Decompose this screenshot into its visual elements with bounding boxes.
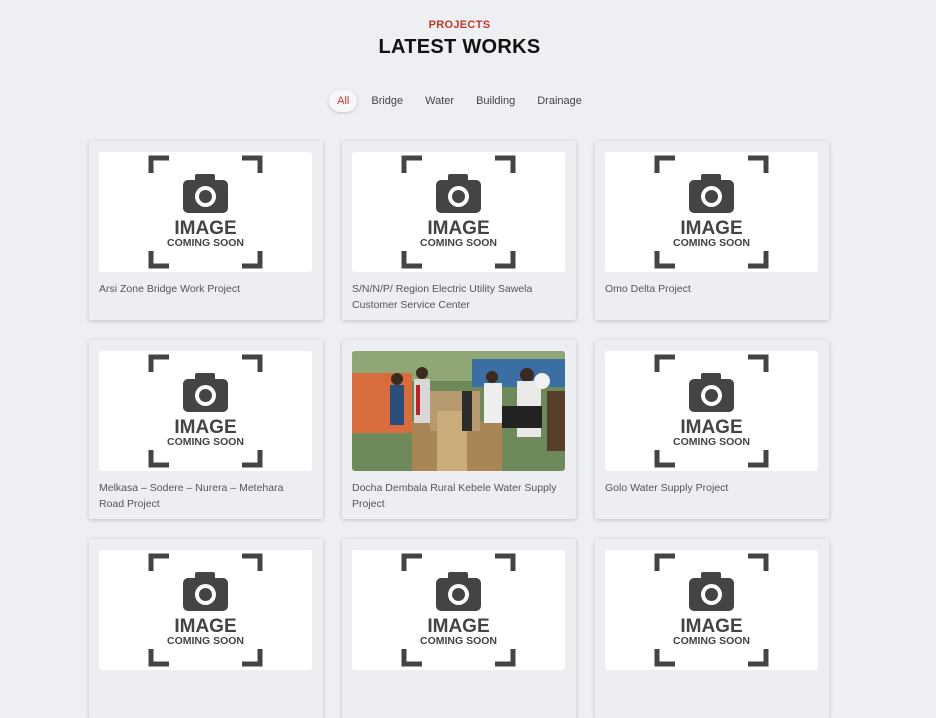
filter-water[interactable]: Water: [417, 90, 462, 112]
image-coming-soon-icon: IMAGE COMING SOON: [654, 155, 769, 269]
svg-text:IMAGE: IMAGE: [680, 616, 742, 637]
project-thumbnail[interactable]: IMAGE COMING SOON: [99, 152, 312, 272]
project-card[interactable]: IMAGE COMING SOON Arsi Zone Bridge Work …: [89, 141, 323, 320]
project-thumbnail[interactable]: IMAGE COMING SOON: [605, 152, 818, 272]
project-card[interactable]: IMAGE COMING SOON: [342, 539, 576, 718]
project-title[interactable]: Docha Dembala Rural Kebele Water Supply …: [352, 480, 566, 512]
svg-text:COMING SOON: COMING SOON: [420, 237, 497, 249]
image-coming-soon-icon: IMAGE COMING SOON: [654, 553, 769, 667]
camera-icon: [183, 174, 228, 213]
svg-text:IMAGE: IMAGE: [174, 616, 236, 637]
filter-bridge[interactable]: Bridge: [363, 90, 411, 112]
project-title[interactable]: Omo Delta Project: [605, 281, 819, 297]
svg-text:IMAGE: IMAGE: [174, 218, 236, 239]
image-coming-soon-icon: IMAGE COMING SOON: [401, 553, 516, 667]
project-card[interactable]: IMAGE COMING SOON Omo Delta Project: [595, 141, 829, 320]
svg-text:COMING SOON: COMING SOON: [167, 237, 244, 249]
project-thumbnail[interactable]: [352, 351, 565, 471]
project-card[interactable]: Docha Dembala Rural Kebele Water Supply …: [342, 340, 576, 519]
camera-icon: [689, 373, 734, 412]
filter-bar: All Bridge Water Building Drainage: [0, 90, 919, 112]
svg-text:COMING SOON: COMING SOON: [420, 635, 497, 647]
project-title[interactable]: S/N/N/P/ Region Electric Utility Sawela …: [352, 281, 566, 313]
project-card[interactable]: IMAGE COMING SOON Golo Water Supply Proj…: [595, 340, 829, 519]
project-thumbnail[interactable]: IMAGE COMING SOON: [605, 351, 818, 471]
svg-text:COMING SOON: COMING SOON: [673, 237, 750, 249]
filter-building[interactable]: Building: [468, 90, 523, 112]
camera-icon: [183, 572, 228, 611]
filter-drainage[interactable]: Drainage: [529, 90, 590, 112]
project-card[interactable]: IMAGE COMING SOON S/N/N/P/ Region Electr…: [342, 141, 576, 320]
project-thumbnail[interactable]: IMAGE COMING SOON: [352, 550, 565, 670]
svg-text:IMAGE: IMAGE: [174, 417, 236, 438]
image-coming-soon-icon: IMAGE COMING SOON: [148, 155, 263, 269]
camera-icon: [436, 572, 481, 611]
project-photo: [352, 351, 565, 471]
svg-text:IMAGE: IMAGE: [427, 616, 489, 637]
project-card[interactable]: IMAGE COMING SOON: [89, 539, 323, 718]
svg-text:COMING SOON: COMING SOON: [673, 436, 750, 448]
image-coming-soon-icon: IMAGE COMING SOON: [148, 354, 263, 468]
project-card[interactable]: IMAGE COMING SOON Melkasa – Sodere – Nur…: [89, 340, 323, 519]
project-grid: IMAGE COMING SOON Arsi Zone Bridge Work …: [89, 141, 829, 718]
camera-icon: [183, 373, 228, 412]
section-subtitle: PROJECTS: [428, 19, 491, 31]
section-title: LATEST WORKS: [378, 36, 541, 58]
camera-icon: [436, 174, 481, 213]
project-thumbnail[interactable]: IMAGE COMING SOON: [99, 351, 312, 471]
svg-text:IMAGE: IMAGE: [427, 218, 489, 239]
image-coming-soon-icon: IMAGE COMING SOON: [654, 354, 769, 468]
project-card[interactable]: IMAGE COMING SOON: [595, 539, 829, 718]
svg-text:IMAGE: IMAGE: [680, 218, 742, 239]
project-thumbnail[interactable]: IMAGE COMING SOON: [352, 152, 565, 272]
filter-all[interactable]: All: [329, 90, 358, 112]
project-thumbnail[interactable]: IMAGE COMING SOON: [99, 550, 312, 670]
svg-text:COMING SOON: COMING SOON: [167, 436, 244, 448]
svg-text:COMING SOON: COMING SOON: [167, 635, 244, 647]
project-title[interactable]: Golo Water Supply Project: [605, 480, 819, 496]
project-title[interactable]: Melkasa – Sodere – Nurera – Metehara Roa…: [99, 480, 313, 512]
camera-icon: [689, 572, 734, 611]
image-coming-soon-icon: IMAGE COMING SOON: [401, 155, 516, 269]
image-coming-soon-icon: IMAGE COMING SOON: [148, 553, 263, 667]
project-title[interactable]: Arsi Zone Bridge Work Project: [99, 281, 313, 297]
svg-text:COMING SOON: COMING SOON: [673, 635, 750, 647]
project-thumbnail[interactable]: IMAGE COMING SOON: [605, 550, 818, 670]
svg-text:IMAGE: IMAGE: [680, 417, 742, 438]
camera-icon: [689, 174, 734, 213]
